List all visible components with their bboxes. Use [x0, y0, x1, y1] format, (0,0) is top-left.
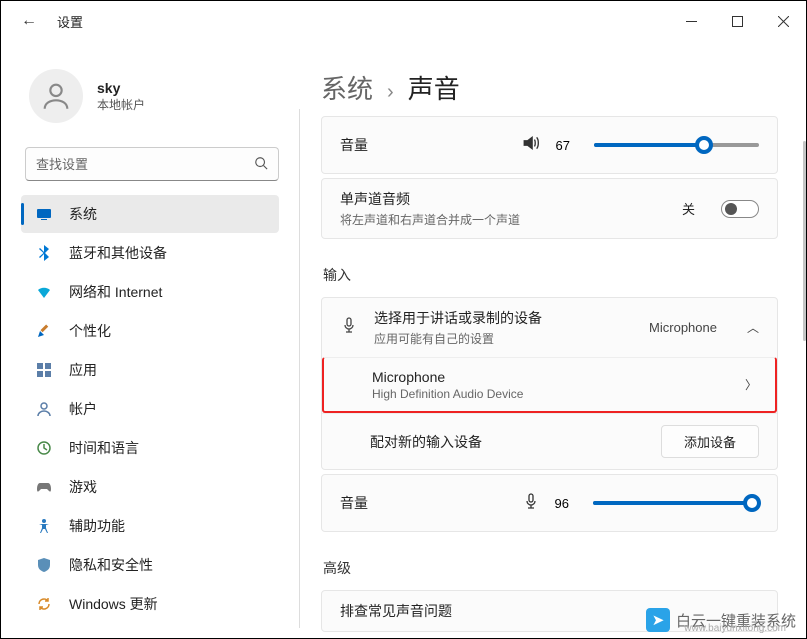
watermark-logo-icon: ➤ [646, 608, 670, 632]
user-name: sky [97, 80, 145, 96]
nav-personalize[interactable]: 个性化 [21, 312, 279, 350]
nav-label: 游戏 [69, 477, 97, 497]
nav-bluetooth[interactable]: 蓝牙和其他设备 [21, 234, 279, 272]
input-volume-slider[interactable] [593, 501, 760, 505]
nav-label: 系统 [69, 204, 97, 224]
breadcrumb-parent[interactable]: 系统 [321, 69, 373, 106]
pair-label: 配对新的输入设备 [370, 432, 645, 452]
volume-value: 67 [556, 138, 578, 153]
nav-label: 网络和 Internet [69, 282, 162, 302]
update-icon [35, 595, 53, 613]
microphone-icon[interactable] [523, 493, 539, 513]
nav-label: 个性化 [69, 321, 111, 341]
user-sub: 本地帐户 [97, 96, 145, 113]
input-device-sub: 应用可能有自己的设置 [374, 330, 633, 347]
nav-privacy[interactable]: 隐私和安全性 [21, 546, 279, 584]
microphone-device-row[interactable]: Microphone High Definition Audio Device … [322, 357, 777, 413]
search-input[interactable] [36, 157, 254, 172]
pair-device-row: 配对新的输入设备 添加设备 [322, 413, 777, 469]
nav-time[interactable]: 时间和语言 [21, 429, 279, 467]
volume-slider[interactable] [594, 143, 760, 147]
input-section-title: 输入 [323, 265, 778, 285]
nav-update[interactable]: Windows 更新 [21, 585, 279, 623]
breadcrumb-current: 声音 [408, 69, 460, 106]
nav-label: 应用 [69, 360, 97, 380]
nav-list: 系统 蓝牙和其他设备 网络和 Internet 个性化 应用 帐户 [21, 195, 301, 623]
mic-item-title: Microphone [372, 369, 729, 385]
window-controls [668, 5, 806, 37]
personalize-icon [35, 322, 53, 340]
mono-audio-card: 单声道音频 将左声道和右声道合并成一个声道 关 [321, 178, 778, 239]
nav-system[interactable]: 系统 [21, 195, 279, 233]
input-volume-value: 96 [555, 496, 577, 511]
nav-accounts[interactable]: 帐户 [21, 390, 279, 428]
nav-gaming[interactable]: 游戏 [21, 468, 279, 506]
nav-label: 时间和语言 [69, 438, 139, 458]
system-icon [35, 205, 53, 223]
microphone-icon [340, 317, 358, 338]
nav-label: 隐私和安全性 [69, 555, 153, 575]
breadcrumb: 系统 › 声音 [321, 69, 778, 106]
input-device-value: Microphone [649, 320, 717, 335]
app-title: 设置 [57, 12, 83, 31]
choose-input-device-row[interactable]: 选择用于讲话或录制的设备 应用可能有自己的设置 Microphone ︿ [322, 298, 777, 357]
accounts-icon [35, 400, 53, 418]
mic-item-sub: High Definition Audio Device [372, 387, 729, 401]
chevron-right-icon: › [387, 81, 394, 104]
network-icon [35, 283, 53, 301]
time-icon [35, 439, 53, 457]
accessibility-icon [35, 517, 53, 535]
bluetooth-icon [35, 244, 53, 262]
mono-sub: 将左声道和右声道合并成一个声道 [340, 211, 666, 228]
mono-toggle[interactable] [721, 200, 759, 218]
sidebar: sky 本地帐户 系统 蓝牙和其他设备 网络和 Internet [1, 41, 301, 638]
input-volume-card: 音量 96 [321, 474, 778, 532]
gaming-icon [35, 478, 53, 496]
mono-state-label: 关 [682, 199, 695, 218]
scrollbar[interactable] [803, 141, 806, 341]
volume-label: 音量 [340, 135, 506, 155]
chevron-right-icon: 〉 [745, 376, 757, 393]
watermark: ➤ 白云一键重装系统 www.baiyunxitong.com [646, 608, 796, 632]
search-box[interactable] [25, 147, 279, 181]
user-account-row[interactable]: sky 本地帐户 [21, 51, 301, 143]
add-device-button[interactable]: 添加设备 [661, 425, 759, 458]
mono-title: 单声道音频 [340, 189, 666, 209]
nav-label: 帐户 [69, 399, 97, 419]
nav-accessibility[interactable]: 辅助功能 [21, 507, 279, 545]
back-button[interactable]: ← [21, 12, 37, 30]
maximize-button[interactable] [714, 5, 760, 37]
search-icon [254, 156, 268, 173]
nav-label: Windows 更新 [69, 594, 158, 614]
divider [299, 109, 300, 628]
input-device-title: 选择用于讲话或录制的设备 [374, 308, 633, 328]
output-volume-card: 音量 67 [321, 116, 778, 174]
nav-network[interactable]: 网络和 Internet [21, 273, 279, 311]
watermark-url: www.baiyunxitong.com [684, 623, 786, 634]
avatar [29, 69, 83, 123]
advanced-section-title: 高级 [323, 558, 778, 578]
chevron-up-icon: ︿ [747, 319, 759, 336]
input-device-card: 选择用于讲话或录制的设备 应用可能有自己的设置 Microphone ︿ Mic… [321, 297, 778, 470]
nav-label: 辅助功能 [69, 516, 125, 536]
close-button[interactable] [760, 5, 806, 37]
main-panel: 系统 › 声音 音量 67 单 [301, 41, 806, 638]
speaker-icon[interactable] [522, 134, 540, 157]
input-volume-label: 音量 [340, 493, 507, 513]
minimize-button[interactable] [668, 5, 714, 37]
nav-label: 蓝牙和其他设备 [69, 243, 167, 263]
shield-icon [35, 556, 53, 574]
titlebar: ← 设置 [1, 1, 806, 41]
nav-apps[interactable]: 应用 [21, 351, 279, 389]
apps-icon [35, 361, 53, 379]
